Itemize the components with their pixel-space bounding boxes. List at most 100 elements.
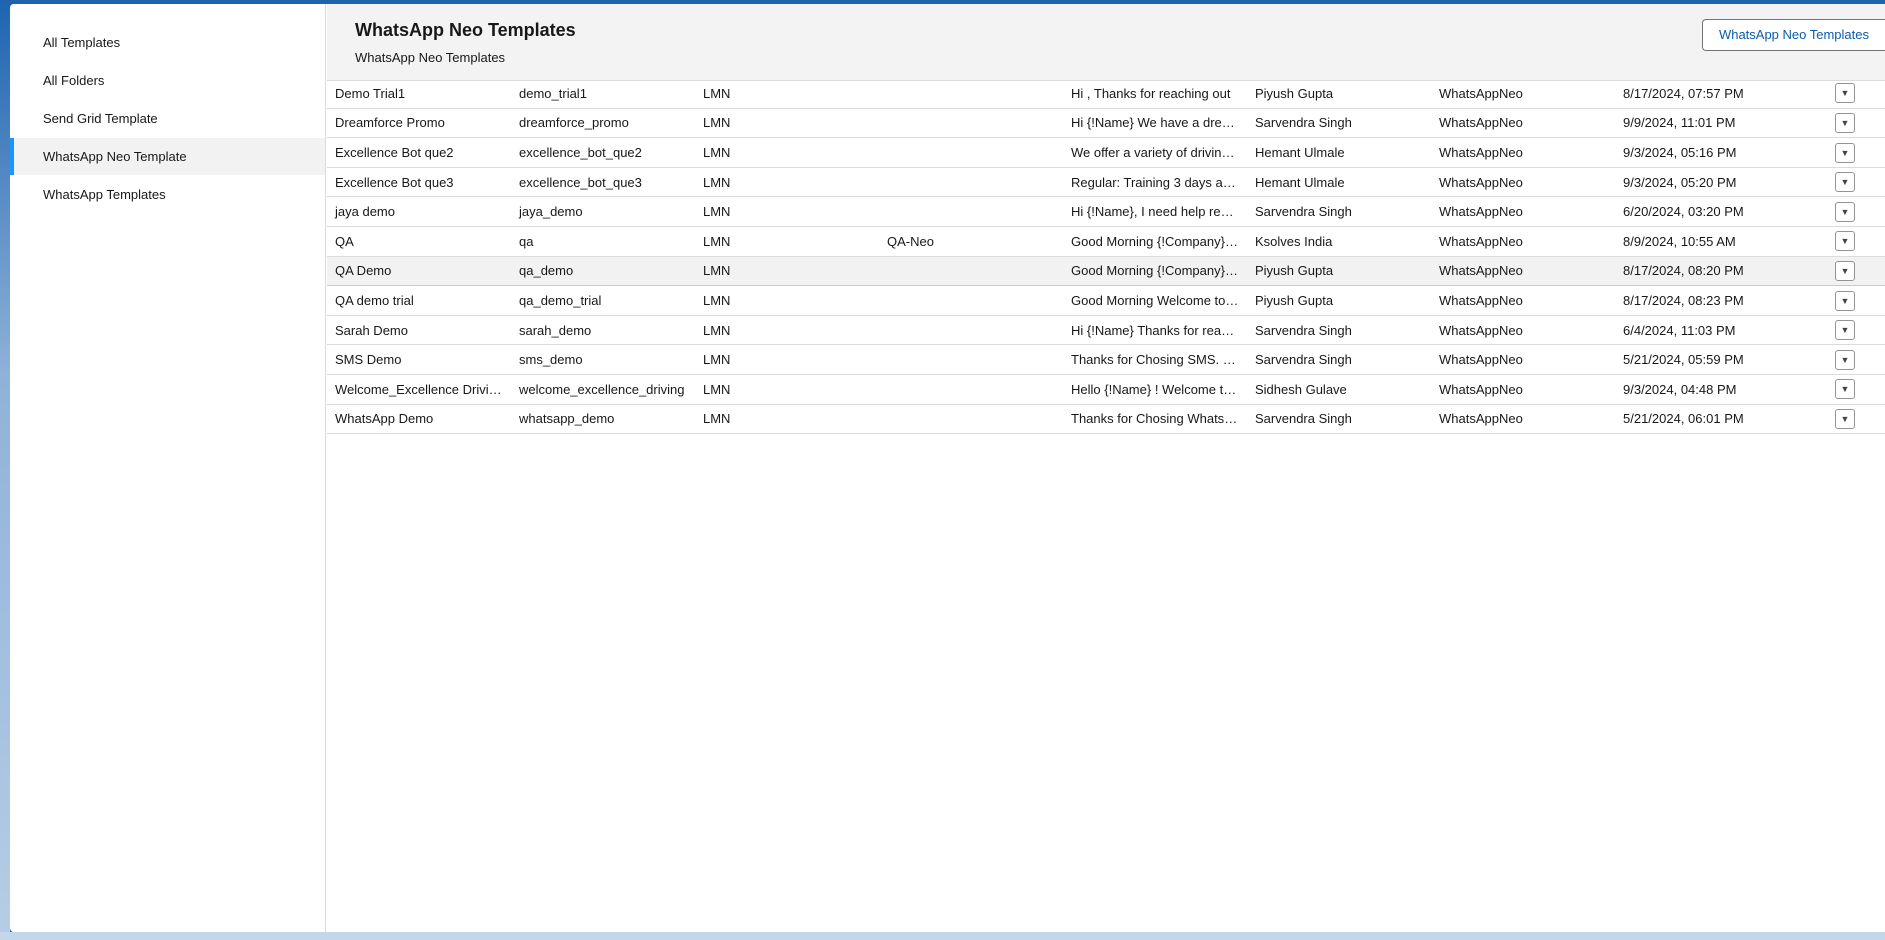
category-cell xyxy=(879,137,1063,168)
background-bottom-strip xyxy=(0,932,1885,940)
type-cell: WhatsAppNeo xyxy=(1431,344,1615,376)
table-row[interactable]: QA demo trial qa_demo_trial LMN Good Mornin… xyxy=(327,285,1885,316)
api-name-cell: sarah_demo xyxy=(511,315,695,346)
owner-cell: Sarvendra Singh xyxy=(1247,315,1431,346)
api-name-cell: whatsapp_demo xyxy=(511,404,695,435)
row-actions-cell: ▼ xyxy=(1827,167,1885,198)
owner-cell: Ksolves India xyxy=(1247,226,1431,257)
owner-cell: Hemant Ulmale xyxy=(1247,137,1431,168)
body-preview-cell: Hi , Thanks for reaching out xyxy=(1063,78,1247,109)
table-row[interactable]: WhatsApp Demo whatsapp_demo LMN Thanks for … xyxy=(327,404,1885,435)
template-name-cell: QA Demo xyxy=(327,255,511,287)
modified-date-cell: 5/21/2024, 05:59 PM xyxy=(1615,344,1827,376)
api-name-cell: excellence_bot_que3 xyxy=(511,167,695,198)
templates-table-wrap: Demo Trialdemo_trialLMNHi {!Name}, Thank… xyxy=(327,49,1885,435)
category-cell xyxy=(879,108,1063,139)
template-name-cell: Excellence Bot que2 xyxy=(327,137,511,168)
owner-cell: Sarvendra Singh xyxy=(1247,196,1431,228)
chevron-down-icon: ▼ xyxy=(1840,177,1850,188)
body-preview-cell: Hi {!Name} We have a dreamforce offer xyxy=(1063,108,1247,139)
owner-cell: Piyush Gupta xyxy=(1247,285,1431,316)
row-actions-button[interactable]: ▼ xyxy=(1835,172,1855,193)
modified-date-cell: 6/20/2024, 03:20 PM xyxy=(1615,196,1827,228)
table-row[interactable]: Demo Trial1 demo_trial1 LMN Hi , Thanks for… xyxy=(327,78,1885,109)
row-actions-button[interactable]: ▼ xyxy=(1835,408,1855,429)
sidebar-item-send-grid-template[interactable]: Send Grid Template xyxy=(10,100,325,137)
modified-date-cell: 8/17/2024, 08:23 PM xyxy=(1615,285,1827,316)
row-actions-button[interactable]: ▼ xyxy=(1835,379,1855,400)
template-name-cell: Welcome_Excellence Driving xyxy=(327,374,511,405)
category-cell xyxy=(879,255,1063,287)
category-cell xyxy=(879,374,1063,405)
template-name-cell: jaya demo xyxy=(327,196,511,228)
template-name-cell: Dreamforce Promo xyxy=(327,108,511,139)
row-actions-button[interactable]: ▼ xyxy=(1835,201,1855,222)
body-preview-cell: Thanks for Chosing WhatsApp xyxy=(1063,404,1247,435)
table-row[interactable]: QAqaLMNQA-NeoGood Morning {!Company} Wel… xyxy=(327,226,1885,257)
owner-cell: Piyush Gupta xyxy=(1247,78,1431,109)
type-cell: WhatsAppNeo xyxy=(1431,137,1615,168)
sidebar-item-all-templates[interactable]: All Templates xyxy=(10,24,325,61)
row-actions-button[interactable]: ▼ xyxy=(1835,231,1855,252)
row-actions-button[interactable]: ▼ xyxy=(1835,349,1855,370)
folder-cell: LMN xyxy=(695,404,879,435)
row-actions-cell: ▼ xyxy=(1827,285,1885,316)
chevron-down-icon: ▼ xyxy=(1840,295,1850,306)
api-name-cell: demo_trial1 xyxy=(511,78,695,109)
body-preview-cell: Good Morning {!Company} Welcome xyxy=(1063,226,1247,257)
api-name-cell: excellence_bot_que2 xyxy=(511,137,695,168)
body-preview-cell: Hi {!Name} Thanks for reaching out xyxy=(1063,315,1247,346)
chevron-down-icon: ▼ xyxy=(1840,325,1850,336)
table-row[interactable]: Excellence Bot que3 excellence_bot_que3 LM… xyxy=(327,167,1885,198)
owner-cell: Sarvendra Singh xyxy=(1247,344,1431,376)
template-name-cell: Demo Trial1 xyxy=(327,78,511,109)
body-preview-cell: Good Morning Welcome to our company xyxy=(1063,285,1247,316)
chevron-down-icon: ▼ xyxy=(1840,88,1850,99)
folder-cell: LMN xyxy=(695,196,879,228)
table-row[interactable]: Welcome_Excellence Driving welcome_excell… xyxy=(327,374,1885,405)
folder-cell: LMN xyxy=(695,374,879,405)
table-row[interactable]: QA Demo qa_demo LMN Good Morning {!Company}… xyxy=(327,255,1885,287)
category-cell xyxy=(879,315,1063,346)
row-actions-button[interactable]: ▼ xyxy=(1835,320,1855,341)
sidebar-item-all-folders[interactable]: All Folders xyxy=(10,62,325,99)
row-actions-button[interactable]: ▼ xyxy=(1835,142,1855,163)
api-name-cell: qa_demo xyxy=(511,255,695,287)
type-cell: WhatsAppNeo xyxy=(1431,196,1615,228)
table-row[interactable]: Excellence Bot que2 excellence_bot_que2 LM… xyxy=(327,137,1885,168)
row-actions-cell: ▼ xyxy=(1827,108,1885,139)
table-row[interactable]: SMS Demo sms_demo LMN Thanks for Chosing SM… xyxy=(327,344,1885,376)
folder-cell: LMN xyxy=(695,285,879,316)
row-actions-cell: ▼ xyxy=(1827,404,1885,435)
folder-cell: LMN xyxy=(695,315,879,346)
category-cell xyxy=(879,285,1063,316)
whatsapp-neo-templates-button[interactable]: WhatsApp Neo Templates xyxy=(1701,19,1885,51)
modified-date-cell: 9/3/2024, 05:20 PM xyxy=(1615,167,1827,198)
type-cell: WhatsAppNeo xyxy=(1431,226,1615,257)
folder-cell: LMN xyxy=(695,167,879,198)
body-preview-cell: Thanks for Chosing SMS. We will xyxy=(1063,344,1247,376)
row-actions-button[interactable]: ▼ xyxy=(1835,260,1855,281)
table-row[interactable]: jaya demo jaya_demo LMN Hi {!Name}, I need … xyxy=(327,196,1885,228)
main-content: Demo Trialdemo_trialLMNHi {!Name}, Thank… xyxy=(327,4,1885,932)
sidebar-item-whatsapp-templates[interactable]: WhatsApp Templates xyxy=(10,176,325,213)
template-name-cell: WhatsApp Demo xyxy=(327,404,511,435)
table-row[interactable]: Sarah Demo sarah_demo LMN Hi {!Name} Thanks… xyxy=(327,315,1885,346)
templates-panel: All Templates All Folders Send Grid Templa… xyxy=(10,4,1885,932)
row-actions-button[interactable]: ▼ xyxy=(1835,83,1855,104)
sidebar-item-whatsapp-neo-template[interactable]: WhatsApp Neo Template xyxy=(10,138,325,175)
category-cell xyxy=(879,344,1063,376)
row-actions-cell: ▼ xyxy=(1827,315,1885,346)
type-cell: WhatsAppNeo xyxy=(1431,78,1615,109)
table-row[interactable]: Dreamforce Promo dreamforce_promo LMN Hi {!… xyxy=(327,108,1885,139)
category-cell xyxy=(879,78,1063,109)
row-actions-button[interactable]: ▼ xyxy=(1835,290,1855,311)
folder-cell: LMN xyxy=(695,226,879,257)
row-actions-cell: ▼ xyxy=(1827,226,1885,257)
modified-date-cell: 9/9/2024, 11:01 PM xyxy=(1615,108,1827,139)
chevron-down-icon: ▼ xyxy=(1840,265,1850,276)
body-preview-cell: Hi {!Name}, I need help regarding xyxy=(1063,196,1247,228)
row-actions-button[interactable]: ▼ xyxy=(1835,112,1855,133)
chevron-down-icon: ▼ xyxy=(1840,236,1850,247)
owner-cell: Hemant Ulmale xyxy=(1247,167,1431,198)
